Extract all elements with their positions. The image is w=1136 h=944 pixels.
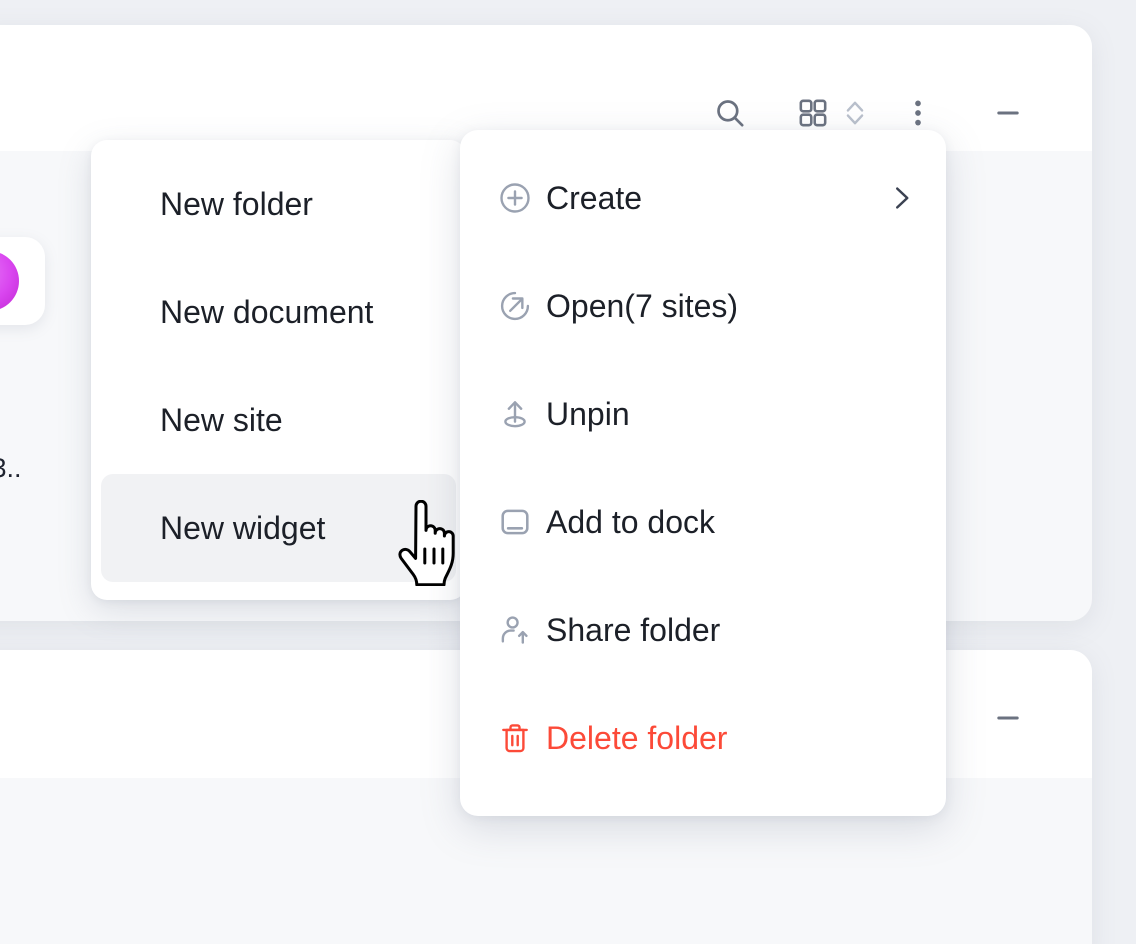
folder-avatar <box>0 251 19 311</box>
submenu-item-new-widget[interactable]: New widget <box>101 474 456 582</box>
person-share-icon <box>484 612 546 648</box>
context-menu-item-share-folder[interactable]: Share folder <box>460 576 946 684</box>
minimize-icon[interactable] <box>982 87 1034 139</box>
context-menu-item-unpin[interactable]: Unpin <box>460 360 946 468</box>
submenu-item-label: New folder <box>160 185 313 222</box>
desktop-root: st try 3.. New folder New document New s… <box>0 0 1136 944</box>
grid-view-icon[interactable] <box>796 96 830 130</box>
folder-context-menu: Create Open(7 sites) Unpin Add to dock S… <box>460 130 946 816</box>
folder-card-clipped[interactable] <box>0 237 45 325</box>
context-menu-item-create[interactable]: Create <box>460 144 946 252</box>
context-menu-item-add-to-dock[interactable]: Add to dock <box>460 468 946 576</box>
submenu-item-new-folder[interactable]: New folder <box>101 150 456 258</box>
trash-icon <box>484 720 546 756</box>
open-external-icon <box>484 288 546 324</box>
context-menu-item-label: Delete folder <box>546 719 728 756</box>
unpin-icon <box>484 396 546 432</box>
create-submenu: New folder New document New site New wid… <box>91 140 466 600</box>
context-menu-item-label: Share folder <box>546 611 721 648</box>
context-menu-item-label: Add to dock <box>546 503 715 540</box>
plus-circle-icon <box>484 180 546 216</box>
folder-card-label-line2: try 3.. <box>0 453 22 483</box>
chevron-up-down-icon[interactable] <box>840 96 870 130</box>
minimize-icon-secondary[interactable] <box>982 692 1034 744</box>
view-sort-control[interactable] <box>796 96 870 130</box>
submenu-item-new-site[interactable]: New site <box>101 366 456 474</box>
chevron-right-icon <box>886 183 916 213</box>
context-menu-item-delete-folder[interactable]: Delete folder <box>460 684 946 792</box>
submenu-item-label: New site <box>160 401 283 438</box>
submenu-item-new-document[interactable]: New document <box>101 258 456 366</box>
submenu-item-label: New document <box>160 293 374 330</box>
submenu-item-label: New widget <box>160 509 326 546</box>
folder-card-label: st try 3.. <box>0 372 100 500</box>
folder-card-label-line1: st <box>0 372 100 436</box>
context-menu-item-label: Unpin <box>546 395 630 432</box>
context-menu-item-label: Create <box>546 179 643 216</box>
dock-icon <box>484 504 546 540</box>
context-menu-item-label: Open(7 sites) <box>546 287 739 324</box>
context-menu-item-open[interactable]: Open(7 sites) <box>460 252 946 360</box>
